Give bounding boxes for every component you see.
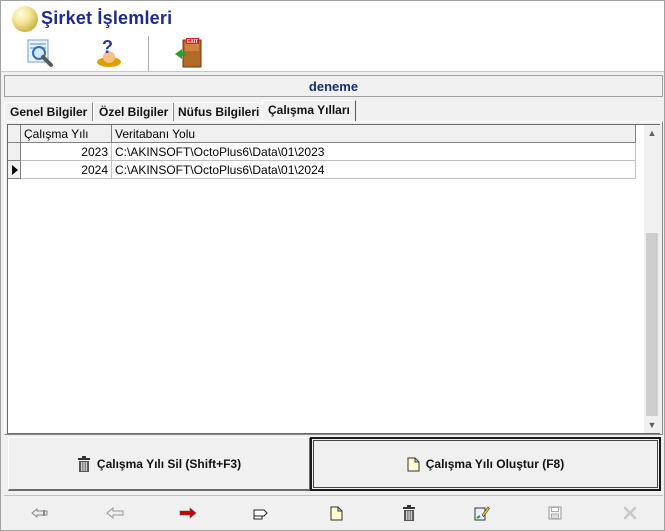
create-working-year-label: Çalışma Yılı Oluştur (F8) (425, 457, 565, 471)
svg-text:EXIT: EXIT (187, 39, 198, 45)
row-indicator (8, 143, 21, 161)
record-navigator (4, 495, 663, 529)
previous-icon (106, 507, 124, 519)
exit-icon: EXIT (175, 38, 202, 68)
cell-year[interactable]: 2024 (21, 161, 112, 179)
search-icon (27, 39, 53, 67)
new-record-icon (330, 506, 342, 520)
create-working-year-button[interactable]: Çalışma Yılı Oluştur (F8) (310, 437, 661, 491)
last-record-icon (253, 509, 268, 520)
column-header-path[interactable]: Veritabanı Yolu (112, 125, 636, 143)
next-record-button[interactable] (178, 504, 198, 522)
window-title: Şirket İşlemleri (41, 8, 173, 28)
save-record-button[interactable] (545, 504, 565, 522)
company-name-bar: deneme (4, 75, 663, 97)
header-indicator (8, 125, 21, 143)
first-record-button[interactable] (30, 504, 50, 522)
window-header: Şirket İşlemleri (1, 1, 664, 36)
row-indicator (8, 161, 21, 179)
save-icon (548, 506, 562, 520)
scroll-down-icon[interactable]: ▼ (644, 417, 660, 433)
next-icon (179, 507, 197, 519)
scroll-up-icon[interactable]: ▲ (644, 125, 660, 141)
app-logo-icon (12, 6, 38, 32)
cancel-icon (623, 506, 637, 520)
company-name: deneme (308, 79, 359, 94)
cell-year[interactable]: 2023 (21, 143, 112, 161)
new-document-icon (407, 457, 420, 472)
search-button[interactable] (24, 37, 56, 69)
exit-button[interactable]: EXIT (172, 37, 204, 69)
working-years-grid: Çalışma Yılı Veritabanı Yolu 2023 C:\AKI… (7, 124, 660, 434)
delete-icon (403, 505, 415, 521)
current-row-arrow-icon (12, 165, 18, 175)
help-button[interactable]: ? (93, 37, 125, 69)
toolbar: ? EXIT (1, 36, 664, 72)
first-record-icon (31, 507, 48, 519)
toolbar-separator (148, 36, 149, 72)
edit-record-button[interactable] (472, 504, 492, 522)
column-header-year[interactable]: Çalışma Yılı (21, 125, 112, 143)
scroll-thumb[interactable] (646, 233, 658, 416)
delete-record-button[interactable] (399, 504, 419, 522)
delete-working-year-label: Çalışma Yılı Sil (Shift+F3) (96, 456, 242, 471)
help-icon: ? (97, 37, 121, 67)
delete-working-year-button[interactable]: Çalışma Yılı Sil (Shift+F3) (8, 437, 311, 491)
edit-icon (474, 506, 490, 521)
tab-genel-bilgiler[interactable]: Genel Bilgiler (4, 102, 94, 121)
tab-calisma-yillari[interactable]: Çalışma Yılları (262, 100, 356, 121)
new-record-button[interactable] (326, 504, 346, 522)
cancel-record-button[interactable] (620, 504, 640, 522)
last-record-button[interactable] (251, 504, 271, 522)
tab-ozel-bilgiler[interactable]: Özel Bilgiler (93, 102, 175, 121)
svg-text:?: ? (102, 37, 113, 57)
cell-path[interactable]: C:\AKINSOFT\OctoPlus6\Data\01\2024 (112, 161, 636, 179)
vertical-scrollbar[interactable]: ▲ ▼ (644, 125, 660, 433)
tab-nufus-bilgileri[interactable]: Nüfus Bilgileri (172, 102, 266, 121)
previous-record-button[interactable] (105, 504, 125, 522)
trash-icon (77, 455, 91, 472)
window: Şirket İşlemleri ? EXIT deneme Genel Bil… (0, 0, 665, 531)
cell-path[interactable]: C:\AKINSOFT\OctoPlus6\Data\01\2023 (112, 143, 636, 161)
